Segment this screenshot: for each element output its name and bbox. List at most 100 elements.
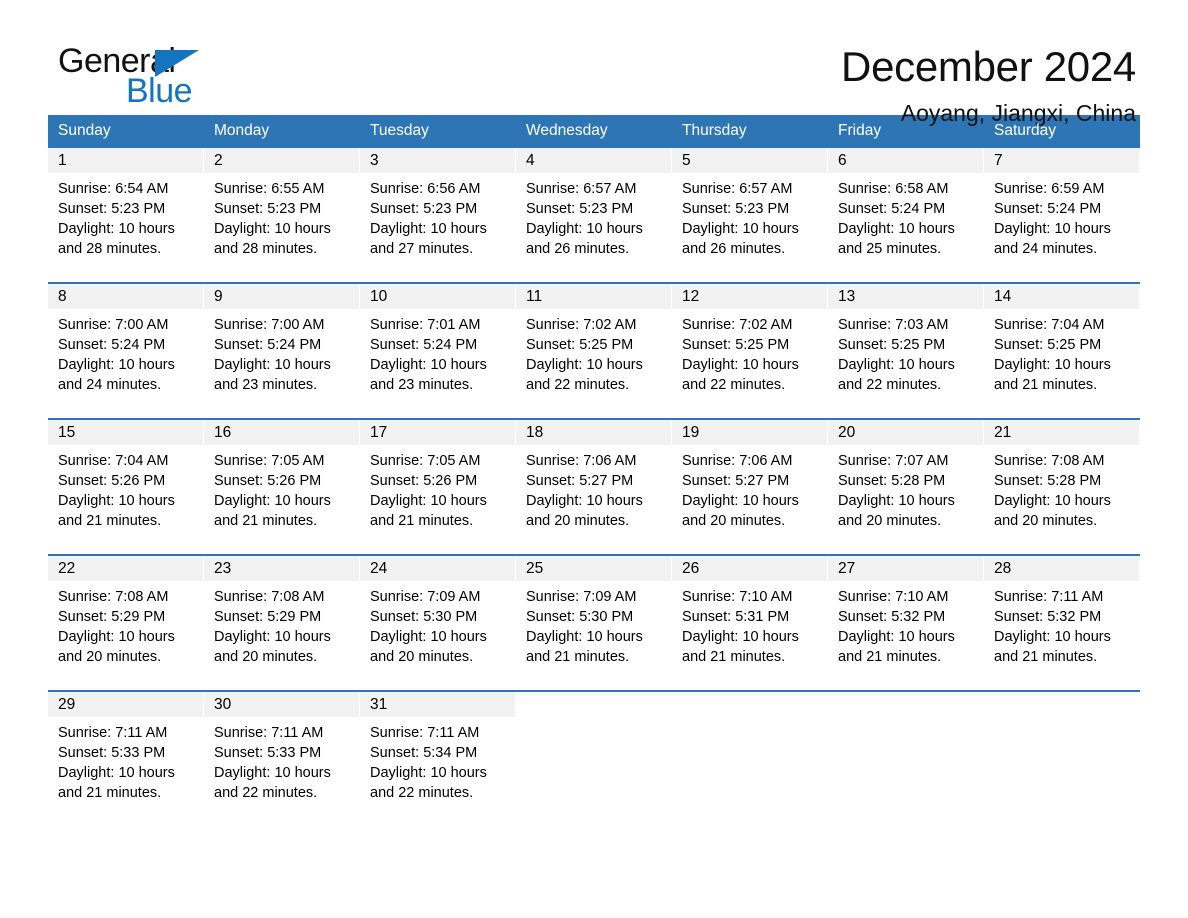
sunset-text: Sunset: 5:23 PM bbox=[370, 201, 478, 217]
daylight-text-line2: and 21 minutes. bbox=[370, 513, 474, 529]
calendar-empty-cell bbox=[984, 692, 1140, 816]
calendar-day-cell[interactable]: 16 Sunrise: 7:05 AM Sunset: 5:26 PM Dayligh… bbox=[204, 420, 360, 544]
calendar-day-cell[interactable]: 3 Sunrise: 6:56 AM Sunset: 5:23 PM Daylight… bbox=[360, 148, 516, 272]
sunrise-text: Sunrise: 7:02 AM bbox=[526, 317, 637, 333]
calendar-day-cell[interactable]: 8 Sunrise: 7:00 AM Sunset: 5:24 PM Daylight… bbox=[48, 284, 204, 408]
day-details: Sunrise: 7:00 AM Sunset: 5:24 PM Daylight:… bbox=[204, 309, 359, 395]
calendar-day-cell[interactable]: 29 Sunrise: 7:11 AM Sunset: 5:33 PM Dayligh… bbox=[48, 692, 204, 816]
calendar-day-cell[interactable]: 10 Sunrise: 7:01 AM Sunset: 5:24 PM Dayligh… bbox=[360, 284, 516, 408]
weekday-monday: Monday bbox=[214, 122, 270, 139]
day-details: Sunrise: 7:06 AM Sunset: 5:27 PM Daylight:… bbox=[516, 445, 671, 531]
calendar-day-cell[interactable]: 17 Sunrise: 7:05 AM Sunset: 5:26 PM Dayligh… bbox=[360, 420, 516, 544]
calendar-day-cell[interactable]: 30 Sunrise: 7:11 AM Sunset: 5:33 PM Dayligh… bbox=[204, 692, 360, 816]
calendar-day-cell[interactable]: 7 Sunrise: 6:59 AM Sunset: 5:24 PM Daylight… bbox=[984, 148, 1140, 272]
day-number: 27 bbox=[828, 556, 983, 581]
calendar-day-cell[interactable]: 5 Sunrise: 6:57 AM Sunset: 5:23 PM Daylight… bbox=[672, 148, 828, 272]
calendar-day-cell[interactable]: 15 Sunrise: 7:04 AM Sunset: 5:26 PM Dayligh… bbox=[48, 420, 204, 544]
day-number: 7 bbox=[984, 148, 1139, 173]
sunset-text: Sunset: 5:25 PM bbox=[682, 337, 790, 353]
day-details: Sunrise: 7:05 AM Sunset: 5:26 PM Daylight:… bbox=[204, 445, 359, 531]
day-number: 17 bbox=[360, 420, 515, 445]
calendar-day-cell[interactable]: 4 Sunrise: 6:57 AM Sunset: 5:23 PM Daylight… bbox=[516, 148, 672, 272]
daylight-text-line2: and 21 minutes. bbox=[58, 513, 162, 529]
daylight-text-line1: Daylight: 10 hours bbox=[526, 493, 643, 509]
calendar-day-cell[interactable]: 11 Sunrise: 7:02 AM Sunset: 5:25 PM Dayligh… bbox=[516, 284, 672, 408]
daylight-text-line2: and 20 minutes. bbox=[58, 649, 162, 665]
calendar-day-cell[interactable]: 1 Sunrise: 6:54 AM Sunset: 5:23 PM Daylight… bbox=[48, 148, 204, 272]
calendar-day-cell[interactable]: 22 Sunrise: 7:08 AM Sunset: 5:29 PM Dayligh… bbox=[48, 556, 204, 680]
calendar-day-cell[interactable]: 9 Sunrise: 7:00 AM Sunset: 5:24 PM Daylight… bbox=[204, 284, 360, 408]
sunrise-text: Sunrise: 7:07 AM bbox=[838, 453, 949, 469]
daylight-text-line1: Daylight: 10 hours bbox=[994, 629, 1111, 645]
daylight-text-line1: Daylight: 10 hours bbox=[370, 765, 487, 781]
calendar-day-cell[interactable]: 27 Sunrise: 7:10 AM Sunset: 5:32 PM Dayligh… bbox=[828, 556, 984, 680]
day-number bbox=[516, 692, 672, 717]
sunset-text: Sunset: 5:24 PM bbox=[994, 201, 1102, 217]
daylight-text-line1: Daylight: 10 hours bbox=[214, 357, 331, 373]
day-number: 16 bbox=[204, 420, 359, 445]
calendar-grid: Sunday Monday Tuesday Wednesday Thursday… bbox=[48, 115, 1140, 816]
sunset-text: Sunset: 5:32 PM bbox=[994, 609, 1102, 625]
day-number: 29 bbox=[48, 692, 203, 717]
daylight-text-line2: and 24 minutes. bbox=[994, 241, 1098, 257]
sunset-text: Sunset: 5:34 PM bbox=[370, 745, 478, 761]
calendar-day-cell[interactable]: 14 Sunrise: 7:04 AM Sunset: 5:25 PM Dayligh… bbox=[984, 284, 1140, 408]
daylight-text-line2: and 20 minutes. bbox=[214, 649, 318, 665]
sunset-text: Sunset: 5:29 PM bbox=[58, 609, 166, 625]
calendar-day-cell[interactable]: 6 Sunrise: 6:58 AM Sunset: 5:24 PM Daylight… bbox=[828, 148, 984, 272]
calendar-day-cell[interactable]: 19 Sunrise: 7:06 AM Sunset: 5:27 PM Dayligh… bbox=[672, 420, 828, 544]
calendar-day-cell[interactable]: 2 Sunrise: 6:55 AM Sunset: 5:23 PM Daylight… bbox=[204, 148, 360, 272]
day-number: 23 bbox=[204, 556, 359, 581]
day-number: 15 bbox=[48, 420, 203, 445]
sunset-text: Sunset: 5:23 PM bbox=[58, 201, 166, 217]
calendar-day-cell[interactable]: 20 Sunrise: 7:07 AM Sunset: 5:28 PM Dayligh… bbox=[828, 420, 984, 544]
daylight-text-line1: Daylight: 10 hours bbox=[838, 357, 955, 373]
daylight-text-line2: and 20 minutes. bbox=[994, 513, 1098, 529]
sunset-text: Sunset: 5:24 PM bbox=[214, 337, 322, 353]
logo-text-blue: Blue bbox=[126, 72, 193, 110]
day-number: 18 bbox=[516, 420, 671, 445]
weekday-header-row: Sunday Monday Tuesday Wednesday Thursday… bbox=[48, 115, 1140, 146]
calendar-day-cell[interactable]: 28 Sunrise: 7:11 AM Sunset: 5:32 PM Dayligh… bbox=[984, 556, 1140, 680]
sunset-text: Sunset: 5:26 PM bbox=[214, 473, 322, 489]
calendar-day-cell[interactable]: 31 Sunrise: 7:11 AM Sunset: 5:34 PM Dayligh… bbox=[360, 692, 516, 816]
calendar-day-cell[interactable]: 13 Sunrise: 7:03 AM Sunset: 5:25 PM Dayligh… bbox=[828, 284, 984, 408]
sunrise-text: Sunrise: 7:10 AM bbox=[682, 589, 793, 605]
calendar-day-cell[interactable]: 21 Sunrise: 7:08 AM Sunset: 5:28 PM Dayligh… bbox=[984, 420, 1140, 544]
calendar-day-cell[interactable]: 25 Sunrise: 7:09 AM Sunset: 5:30 PM Dayligh… bbox=[516, 556, 672, 680]
sunset-text: Sunset: 5:23 PM bbox=[526, 201, 634, 217]
calendar-day-cell[interactable]: 12 Sunrise: 7:02 AM Sunset: 5:25 PM Dayligh… bbox=[672, 284, 828, 408]
daylight-text-line2: and 21 minutes. bbox=[994, 649, 1098, 665]
day-details: Sunrise: 7:04 AM Sunset: 5:25 PM Daylight:… bbox=[984, 309, 1139, 395]
daylight-text-line1: Daylight: 10 hours bbox=[58, 221, 175, 237]
sunset-text: Sunset: 5:33 PM bbox=[214, 745, 322, 761]
sunrise-text: Sunrise: 6:57 AM bbox=[526, 181, 637, 197]
sunrise-text: Sunrise: 7:11 AM bbox=[58, 725, 168, 741]
day-number: 20 bbox=[828, 420, 983, 445]
calendar-week-row: 1 Sunrise: 6:54 AM Sunset: 5:23 PM Daylight… bbox=[48, 146, 1140, 272]
general-blue-logo[interactable]: General Blue bbox=[58, 42, 238, 110]
calendar-day-cell[interactable]: 24 Sunrise: 7:09 AM Sunset: 5:30 PM Dayligh… bbox=[360, 556, 516, 680]
weekday-thursday: Thursday bbox=[682, 122, 747, 139]
sunset-text: Sunset: 5:28 PM bbox=[838, 473, 946, 489]
weekday-sunday: Sunday bbox=[58, 122, 111, 139]
daylight-text-line1: Daylight: 10 hours bbox=[994, 221, 1111, 237]
day-number: 24 bbox=[360, 556, 515, 581]
daylight-text-line1: Daylight: 10 hours bbox=[682, 221, 799, 237]
day-details: Sunrise: 7:05 AM Sunset: 5:26 PM Daylight:… bbox=[360, 445, 515, 531]
calendar-day-cell[interactable]: 18 Sunrise: 7:06 AM Sunset: 5:27 PM Dayligh… bbox=[516, 420, 672, 544]
sunrise-text: Sunrise: 7:09 AM bbox=[370, 589, 481, 605]
calendar-day-cell[interactable]: 26 Sunrise: 7:10 AM Sunset: 5:31 PM Dayligh… bbox=[672, 556, 828, 680]
sunrise-text: Sunrise: 7:03 AM bbox=[838, 317, 949, 333]
sunrise-text: Sunrise: 7:09 AM bbox=[526, 589, 637, 605]
daylight-text-line1: Daylight: 10 hours bbox=[370, 357, 487, 373]
day-details: Sunrise: 6:59 AM Sunset: 5:24 PM Daylight:… bbox=[984, 173, 1139, 259]
daylight-text-line2: and 26 minutes. bbox=[526, 241, 630, 257]
sunset-text: Sunset: 5:24 PM bbox=[370, 337, 478, 353]
calendar-week-row: 8 Sunrise: 7:00 AM Sunset: 5:24 PM Daylight… bbox=[48, 282, 1140, 408]
weekday-saturday: Saturday bbox=[994, 122, 1057, 139]
daylight-text-line2: and 27 minutes. bbox=[370, 241, 474, 257]
daylight-text-line2: and 22 minutes. bbox=[370, 785, 474, 801]
calendar-day-cell[interactable]: 23 Sunrise: 7:08 AM Sunset: 5:29 PM Dayligh… bbox=[204, 556, 360, 680]
calendar-weeks: 1 Sunrise: 6:54 AM Sunset: 5:23 PM Daylight… bbox=[48, 146, 1140, 816]
